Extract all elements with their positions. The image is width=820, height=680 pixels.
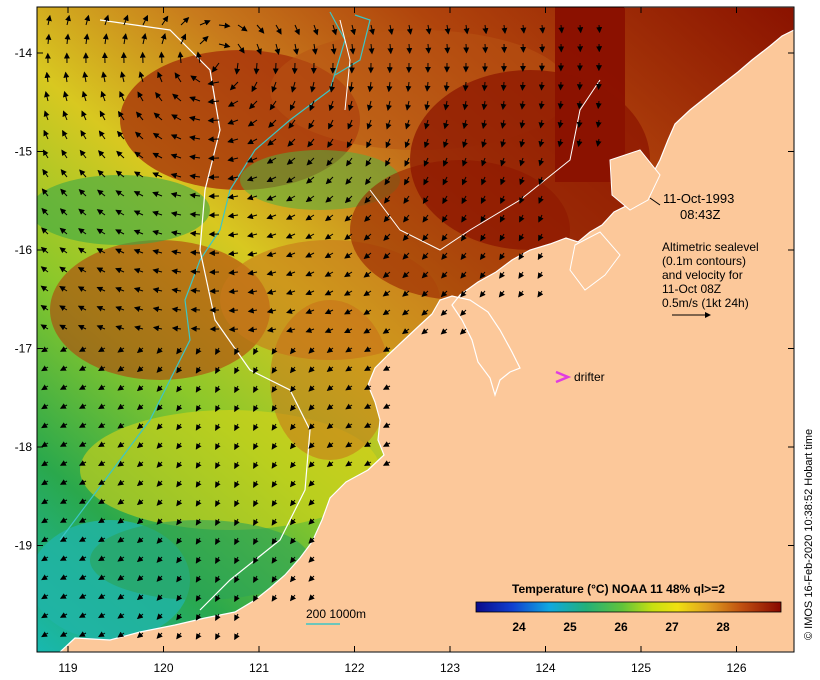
lon-tick-label: 126 (726, 661, 746, 675)
velocity-arrow (482, 43, 489, 54)
lon-tick-label: 120 (153, 661, 173, 675)
velocity-arrow (207, 117, 220, 124)
velocity-arrow (444, 43, 451, 54)
velocity-arrow (557, 81, 564, 91)
velocity-arrow (519, 81, 526, 91)
drifter-label: drifter (574, 370, 605, 384)
credit-text: © IMOS 16-Feb-2020 10:38:52 Hobart time (803, 429, 815, 640)
lat-tick-label: -19 (15, 539, 33, 553)
lon-tick-label: 123 (440, 661, 460, 675)
velocity-arrow (406, 43, 413, 54)
velocity-arrow (228, 326, 239, 333)
lat-tick-label: -18 (15, 440, 33, 454)
altimetry-line-1: Altimetric sealevel (662, 240, 759, 254)
lat-tick-label: -17 (15, 342, 33, 356)
time-label: 08:43Z (680, 207, 721, 222)
colorbar-tick-label: 24 (512, 620, 526, 634)
lat-tick-label: -16 (15, 243, 33, 257)
colorbar-tick-label: 25 (563, 620, 577, 634)
velocity-arrow (462, 81, 469, 92)
altimetry-line-4: 11-Oct 08Z (662, 282, 721, 296)
lat-tick-label: -15 (15, 145, 33, 159)
velocity-arrow (500, 81, 507, 92)
velocity-arrow (190, 287, 201, 294)
velocity-arrow (272, 62, 279, 75)
velocity-arrow (190, 268, 201, 275)
velocity-arrow (190, 325, 201, 332)
colorbar-scale (475, 601, 782, 613)
altimetry-line-3: and velocity for (662, 268, 743, 282)
velocity-arrow (577, 24, 584, 34)
lon-tick-label: 122 (344, 661, 364, 675)
lon-tick-label: 121 (249, 661, 269, 675)
lat-tick-label: -14 (15, 46, 33, 60)
velocity-arrow (158, 51, 165, 64)
isobath-label: 200 1000m (306, 607, 366, 621)
velocity-arrow (190, 306, 201, 313)
altimetry-line-2: (0.1m contours) (662, 254, 746, 268)
lon-tick-label: 124 (535, 661, 555, 675)
colorbar-title: Temperature (°C) NOAA 11 48% ql>=2 (512, 582, 725, 596)
date-label: 11-Oct-1993 (663, 191, 734, 206)
sst-map: 119 120 121 122 123 124 125 126 -14 -15 -16 -17 -18… (15, 6, 815, 675)
lon-tick-label: 119 (58, 661, 77, 675)
colorbar-tick-label: 26 (614, 620, 628, 634)
colorbar-tick-label: 27 (665, 620, 679, 634)
velocity-arrow (481, 81, 488, 92)
lon-tick-label: 125 (631, 661, 651, 675)
colorbar-tick-label: 28 (716, 620, 730, 634)
velocity-arrow (596, 24, 603, 34)
altimetry-line-5: 0.5m/s (1kt 24h) (662, 296, 749, 310)
velocity-arrow (190, 249, 201, 256)
velocity-arrow (538, 81, 545, 91)
velocity-arrow (463, 43, 470, 54)
velocity-arrow (425, 43, 432, 54)
velocity-arrow (207, 136, 220, 143)
